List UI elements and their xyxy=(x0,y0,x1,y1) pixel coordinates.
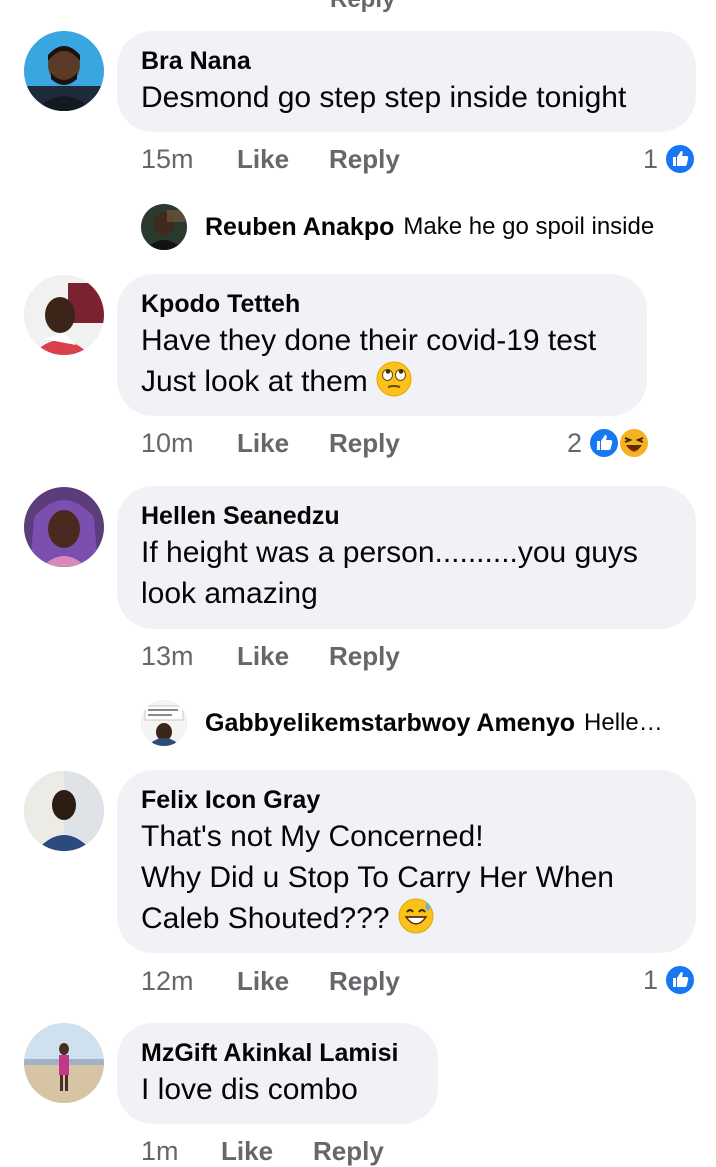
avatar[interactable] xyxy=(24,31,104,111)
reply-button[interactable]: Reply xyxy=(329,966,400,997)
avatar[interactable] xyxy=(24,275,104,355)
previous-reply-link[interactable]: Reply xyxy=(330,0,395,14)
comment-author[interactable]: Kpodo Tetteh xyxy=(141,288,623,320)
reaction-count: 1 xyxy=(642,143,658,174)
comment-time[interactable]: 13m xyxy=(141,641,237,672)
comment-thread: Reply Bra Nana Desmond go step step insi… xyxy=(0,0,716,1166)
comment-time[interactable]: 15m xyxy=(141,144,237,175)
like-button[interactable]: Like xyxy=(237,428,329,459)
like-button[interactable]: Like xyxy=(237,966,329,997)
like-icon xyxy=(588,427,620,459)
comment-author[interactable]: Hellen Seanedzu xyxy=(141,500,672,532)
comment-bubble: MzGift Akinkal Lamisi I love dis combo xyxy=(117,1023,438,1124)
comment-bubble: Bra Nana Desmond go step step inside ton… xyxy=(117,31,696,132)
like-icon xyxy=(664,964,696,996)
reply-button[interactable]: Reply xyxy=(329,144,400,175)
comment-time[interactable]: 12m xyxy=(141,966,237,997)
avatar[interactable] xyxy=(24,1023,104,1103)
reply-avatar xyxy=(141,204,187,250)
comment-actions: 12m Like Reply xyxy=(141,966,400,997)
comment-text: Desmond go step step inside tonight xyxy=(141,81,627,114)
reaction-summary[interactable]: 2 xyxy=(567,427,650,459)
reply-avatar xyxy=(141,700,187,746)
comment-time[interactable]: 10m xyxy=(141,428,237,459)
comment-text-line: Just look at them xyxy=(141,361,623,402)
comment-actions: 13m Like Reply xyxy=(141,641,400,672)
comment-author[interactable]: Felix Icon Gray xyxy=(141,784,672,816)
comment-author[interactable]: MzGift Akinkal Lamisi xyxy=(141,1037,414,1069)
comment-text: That's not My Concerned! xyxy=(141,820,484,853)
comment-bubble: Felix Icon Gray That's not My Concerned!… xyxy=(117,770,696,953)
reaction-count: 1 xyxy=(642,964,658,995)
rolling-eyes-emoji xyxy=(376,361,412,397)
reply-button[interactable]: Reply xyxy=(329,641,400,672)
comment-time[interactable]: 1m xyxy=(141,1136,221,1167)
reply-button[interactable]: Reply xyxy=(313,1136,384,1167)
comment-actions: 10m Like Reply xyxy=(141,428,400,459)
reply-text: Make he go spoil inside xyxy=(403,213,655,240)
comment-text: Caleb Shouted??? xyxy=(141,902,390,935)
comment-text: Have they done their covid-19 test xyxy=(141,324,597,357)
like-button[interactable]: Like xyxy=(221,1136,313,1167)
comment-text: look amazing xyxy=(141,577,318,610)
grinning-sweat-emoji xyxy=(398,898,434,934)
comment-bubble: Hellen Seanedzu If height was a person..… xyxy=(117,486,696,629)
reply-text: Helle… xyxy=(584,709,663,736)
reply-preview[interactable]: Reuben Anakpo Make he go spoil inside xyxy=(141,203,701,251)
reaction-summary[interactable]: 1 xyxy=(643,143,696,175)
reply-author: Gabbyelikemstarbwoy Amenyo xyxy=(205,708,576,737)
comment-text: Just look at them xyxy=(141,365,368,398)
like-button[interactable]: Like xyxy=(237,144,329,175)
like-icon xyxy=(664,143,696,175)
comment-text-line: Caleb Shouted??? xyxy=(141,898,672,939)
avatar[interactable] xyxy=(24,771,104,851)
comment-text: Why Did u Stop To Carry Her When xyxy=(141,861,614,894)
reply-button[interactable]: Reply xyxy=(329,428,400,459)
comment-actions: 15m Like Reply xyxy=(141,144,400,175)
comment-text: I love dis combo xyxy=(141,1073,358,1106)
reaction-count: 2 xyxy=(566,427,582,458)
reply-author: Reuben Anakpo xyxy=(205,212,395,241)
avatar[interactable] xyxy=(24,487,104,567)
comment-actions: 1m Like Reply xyxy=(141,1136,384,1167)
reaction-summary[interactable]: 1 xyxy=(643,964,696,996)
comment-text: If height was a person..........you guys xyxy=(141,536,638,569)
comment-bubble: Kpodo Tetteh Have they done their covid-… xyxy=(117,274,647,416)
comment-author[interactable]: Bra Nana xyxy=(141,45,672,77)
reply-preview[interactable]: Gabbyelikemstarbwoy Amenyo Helle… xyxy=(141,699,701,747)
haha-icon xyxy=(618,427,650,459)
like-button[interactable]: Like xyxy=(237,641,329,672)
